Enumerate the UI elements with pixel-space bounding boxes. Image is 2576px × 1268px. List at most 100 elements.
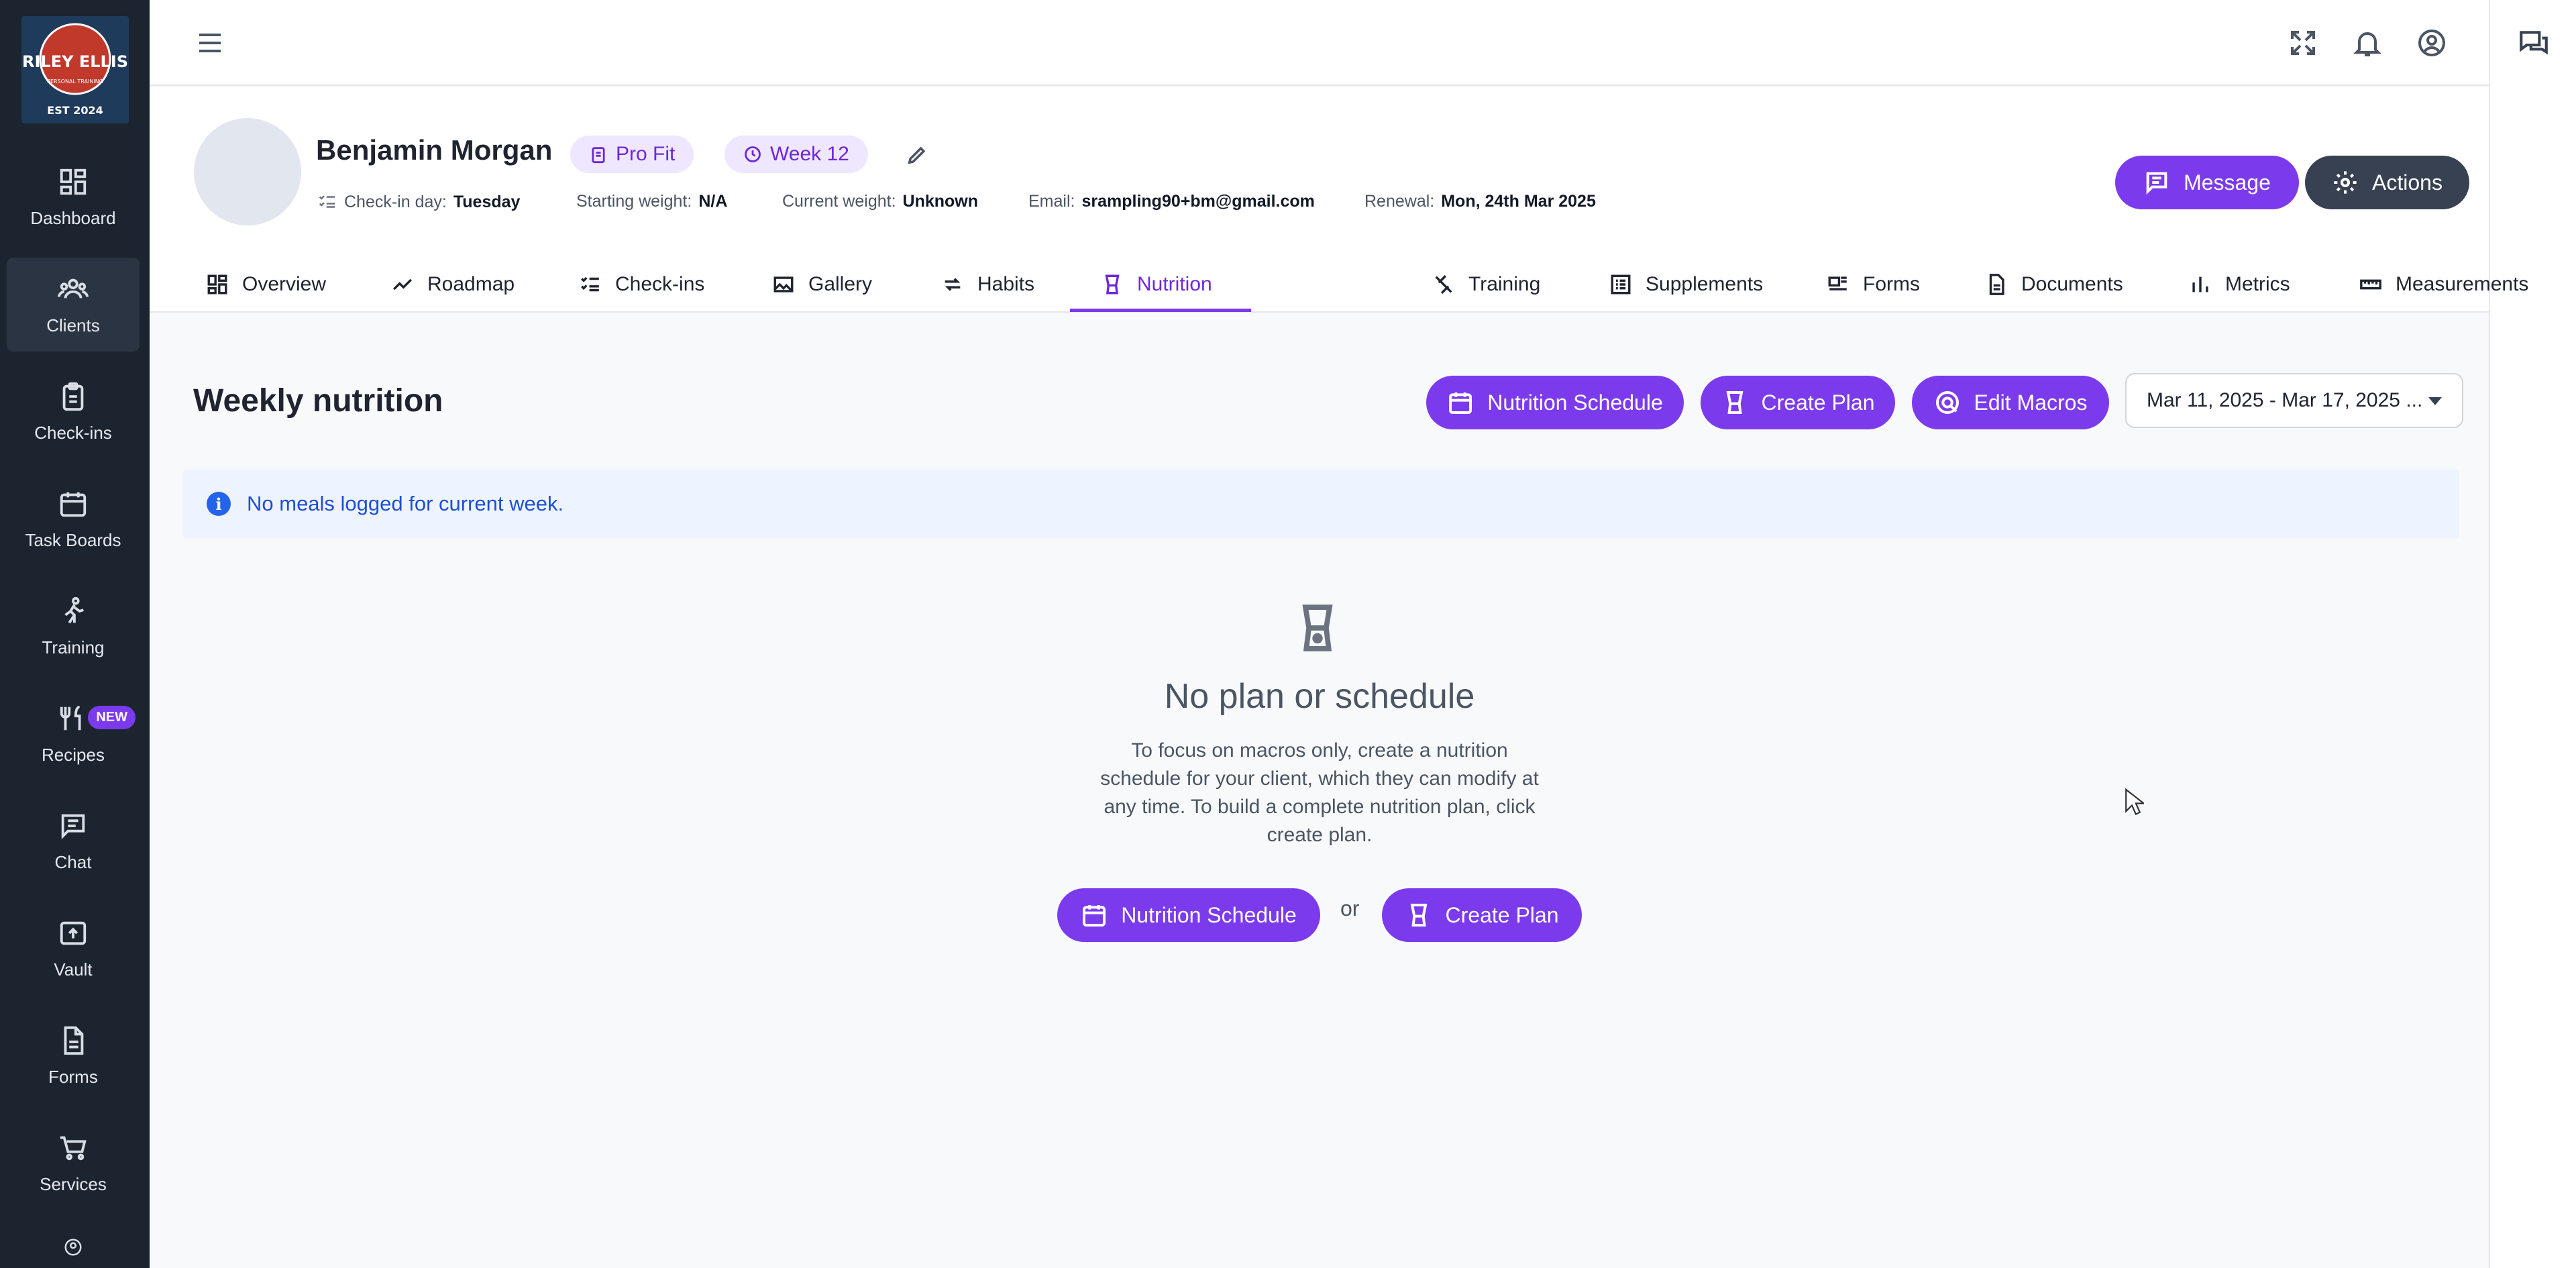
empty-state-title: No plan or schedule	[1164, 677, 1475, 716]
forms-icon	[1828, 276, 1847, 290]
tab-training[interactable]: Training	[1432, 256, 1540, 313]
tab-metrics[interactable]: Metrics	[2189, 256, 2290, 313]
empty-state-description: To focus on macros only, create a nutrit…	[1100, 739, 1539, 846]
actions-button[interactable]: Actions	[2305, 156, 2469, 209]
fullscreen-button[interactable]	[2287, 27, 2319, 59]
document-icon	[64, 1026, 84, 1055]
alert-text: No meals logged for current week.	[247, 492, 564, 515]
document-icon	[1989, 274, 2004, 295]
trend-icon	[393, 278, 412, 290]
list-icon	[1611, 274, 1631, 295]
sidebar-item-label: Chat	[54, 851, 92, 872]
edit-macros-button[interactable]: Edit Macros	[1912, 376, 2109, 429]
tab-forms[interactable]: Forms	[1827, 256, 1920, 313]
sidebar-item-account[interactable]	[7, 1224, 140, 1268]
upload-icon	[60, 921, 87, 945]
create-plan-button[interactable]: Create Plan	[1701, 376, 1895, 429]
tab-check-ins[interactable]: Check-ins	[579, 256, 704, 313]
messages-toggle-button[interactable]	[2517, 27, 2551, 60]
fullscreen-icon	[2291, 31, 2315, 55]
calendar-icon	[1449, 392, 1472, 414]
week-tag-label: Week 12	[770, 143, 849, 165]
date-range-value: Mar 11, 2025 - Mar 17, 2025 ...	[2147, 389, 2423, 411]
ruler-icon	[2360, 279, 2381, 290]
caret-down-icon	[2428, 397, 2442, 405]
sidebar-item-check-ins[interactable]: Check-ins	[7, 365, 140, 459]
checkin-day: Check-in day: Tuesday	[317, 192, 520, 212]
empty-nutrition-schedule-label: Nutrition Schedule	[1121, 902, 1297, 927]
plan-tag[interactable]: Pro Fit	[570, 136, 694, 173]
notifications-button[interactable]	[2351, 27, 2383, 59]
sidebar-item-forms[interactable]: Forms	[7, 1009, 140, 1103]
sidebar-item-chat[interactable]: Chat	[7, 794, 140, 888]
target-icon	[1935, 391, 1959, 414]
sidebar-item-label: Training	[42, 637, 105, 657]
avatar	[194, 118, 301, 225]
renewal-date: Renewal: Mon, 24th Mar 2025	[1364, 192, 1596, 211]
hamburger-icon	[199, 34, 221, 52]
tab-measurements[interactable]: Measurements	[2359, 256, 2528, 313]
active-tab-indicator	[1070, 309, 1251, 312]
sidebar-item-label: Check-ins	[34, 422, 112, 443]
checklist-icon	[581, 276, 599, 292]
no-meals-alert: i No meals logged for current week.	[182, 470, 2459, 538]
right-panel-strip	[2489, 0, 2576, 1268]
tab-gallery[interactable]: Gallery	[772, 256, 872, 313]
checklist-icon	[319, 195, 335, 208]
edit-client-button[interactable]	[906, 144, 928, 166]
calendar-icon	[1083, 905, 1106, 927]
blender-icon	[1410, 904, 1427, 927]
sidebar-item-clients[interactable]: Clients	[7, 258, 140, 352]
user-circle-icon	[2418, 30, 2445, 56]
tab-documents[interactable]: Documents	[1985, 256, 2123, 313]
or-separator: or	[1340, 896, 1360, 920]
tab-overview[interactable]: Overview	[206, 256, 326, 313]
actions-button-label: Actions	[2372, 170, 2443, 195]
plan-tag-label: Pro Fit	[616, 143, 676, 165]
tab-habits[interactable]: Habits	[941, 256, 1034, 313]
bell-icon	[2353, 32, 2381, 56]
empty-create-plan-button[interactable]: Create Plan	[1382, 888, 1582, 942]
tab-supplements[interactable]: Supplements	[1609, 256, 1763, 313]
tab-nutrition[interactable]: Nutrition	[1101, 256, 1212, 313]
page-title: Weekly nutrition	[193, 383, 443, 419]
sidebar-item-label: Task Boards	[25, 529, 121, 550]
sidebar-item-task-boards[interactable]: Task Boards	[7, 472, 140, 566]
svg-text:EST 2024: EST 2024	[47, 104, 103, 117]
clipboard-icon	[62, 382, 84, 411]
client-tabs: Overview Roadmap Check-ins Gallery Habit…	[150, 256, 2528, 313]
brand-logo[interactable]: RILEY ELLIS PERSONAL TRAINING EST 2024	[21, 16, 129, 123]
sidebar-item-dashboard[interactable]: Dashboard	[7, 150, 140, 244]
create-plan-label: Create Plan	[1761, 390, 1875, 415]
gear-icon	[2334, 171, 2357, 194]
top-bar	[150, 0, 2489, 86]
message-button[interactable]: Message	[2115, 156, 2299, 209]
nutrition-schedule-label: Nutrition Schedule	[1487, 390, 1663, 415]
date-range-select[interactable]: Mar 11, 2025 - Mar 17, 2025 ...	[2125, 373, 2463, 428]
message-button-label: Message	[2184, 170, 2271, 195]
sidebar-item-training[interactable]: Training	[7, 580, 140, 674]
calendar-icon	[60, 492, 87, 517]
dumbbell-icon	[1435, 275, 1452, 294]
dashboard-icon	[207, 274, 227, 295]
empty-nutrition-schedule-button[interactable]: Nutrition Schedule	[1057, 888, 1320, 942]
sidebar-item-label: Forms	[48, 1066, 98, 1087]
starting-weight: Starting weight: N/A	[576, 192, 728, 211]
bar-chart-icon	[2192, 276, 2208, 293]
sidebar-item-label: Recipes	[42, 744, 105, 765]
repeat-icon	[945, 278, 961, 291]
sidebar-item-label: Dashboard	[30, 207, 116, 228]
dashboard-icon	[60, 168, 87, 195]
chat-icon	[61, 814, 85, 839]
tab-roadmap[interactable]: Roadmap	[391, 256, 515, 313]
sidebar-item-vault[interactable]: Vault	[7, 902, 140, 996]
nutrition-schedule-button[interactable]: Nutrition Schedule	[1426, 376, 1684, 429]
menu-toggle-button[interactable]	[194, 27, 226, 59]
sidebar-item-services[interactable]: Services	[7, 1116, 140, 1210]
clock-icon	[745, 146, 761, 162]
blender-icon	[1726, 391, 1743, 414]
empty-create-plan-label: Create Plan	[1445, 902, 1559, 927]
week-tag[interactable]: Week 12	[724, 136, 868, 173]
sidebar-item-label: Services	[40, 1173, 107, 1194]
profile-button[interactable]	[2416, 27, 2448, 59]
